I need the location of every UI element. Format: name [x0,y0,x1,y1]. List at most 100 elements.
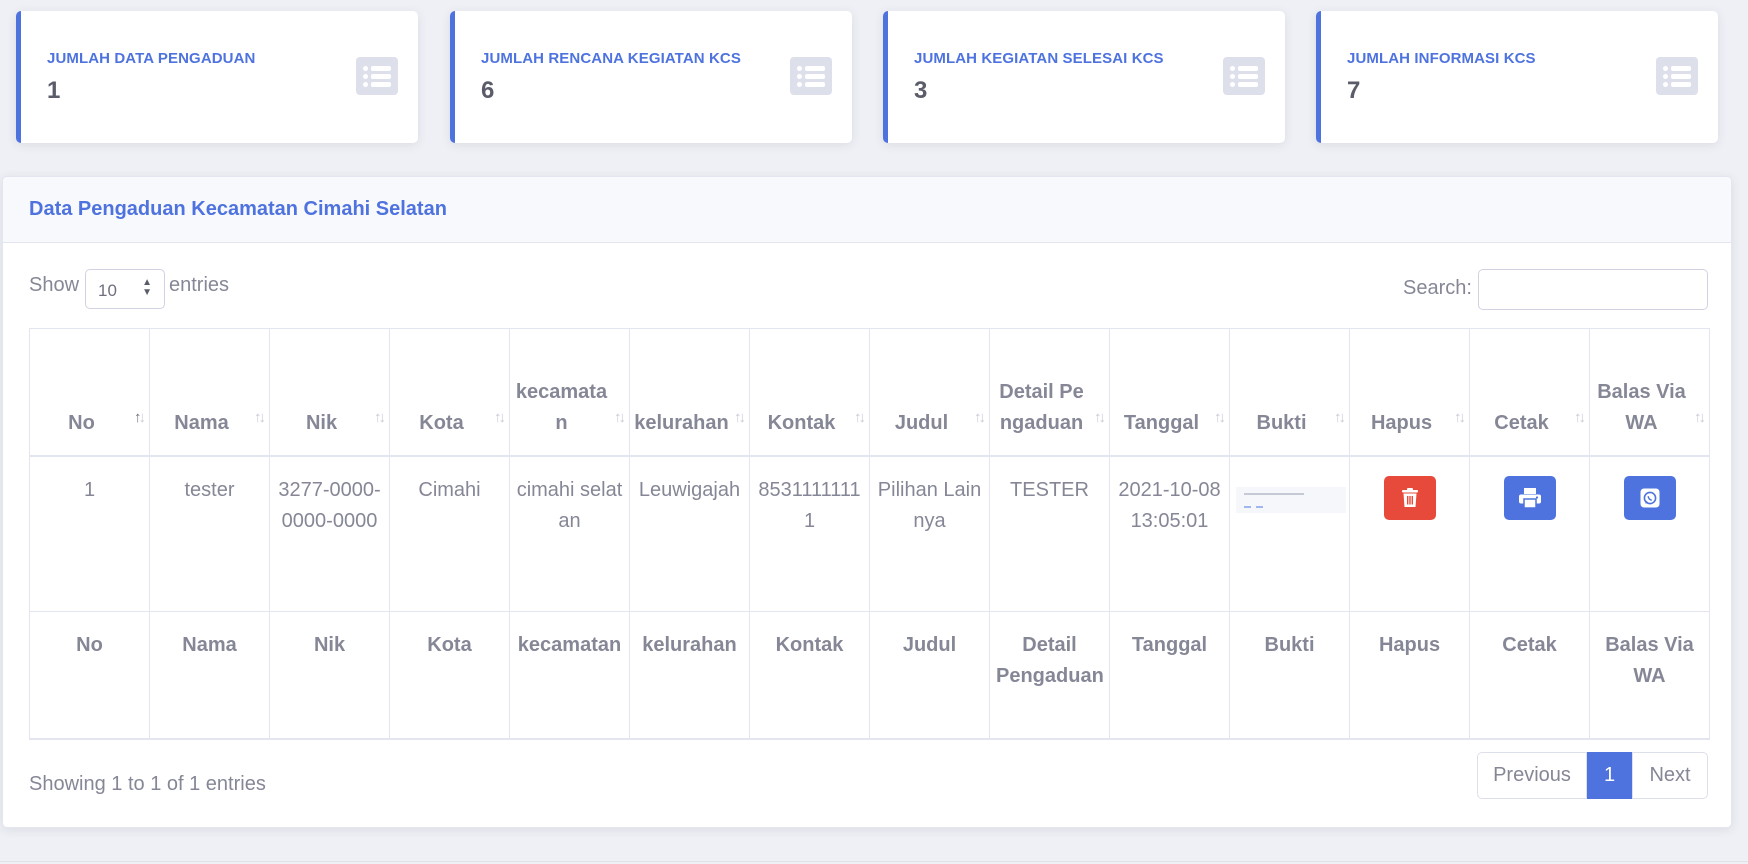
next-button[interactable]: Next [1632,752,1708,799]
column-header-nama[interactable]: Nama ↑↓ [149,328,270,457]
sort-icon: ↑↓ [1214,408,1226,426]
card-label: JUMLAH INFORMASI KCS [1347,50,1536,67]
column-header-nik[interactable]: Nik ↑↓ [269,328,390,457]
footer-no: No [29,611,150,740]
header-label: Balas Via WA [1597,380,1686,434]
sort-icon: ↑↓ [1094,408,1106,426]
column-header-no[interactable]: No ↑↓ [29,328,150,457]
footer-kontak: Kontak [749,611,870,740]
cell-judul: Pilihan Lainnya [869,455,990,612]
table-info: Showing 1 to 1 of 1 entries [29,773,266,795]
reply-whatsapp-button[interactable] [1623,475,1676,520]
card-value: 3 [914,77,928,104]
sort-icon: ↑↓ [1454,408,1466,426]
footer-nama: Nama [149,611,270,740]
card-label: JUMLAH RENCANA KEGIATAN KCS [481,50,741,67]
column-header-balas[interactable]: Balas Via WA ↑↓ [1589,328,1710,457]
page-button-current[interactable]: 1 [1587,752,1632,799]
footer-kecamatan: kecamatan [509,611,630,740]
cell-nik: 3277-0000-0000-0000 [269,455,390,612]
sort-icon: ↑↓ [374,408,386,426]
search-label: Search: [1403,277,1472,299]
header-label: Nama [174,411,229,434]
footer-nik: Nik [269,611,390,740]
search-input[interactable] [1478,269,1708,310]
cell-no: 1 [29,455,150,612]
footer-kota: Kota [389,611,510,740]
header-label: Judul [894,411,949,434]
page-size-select[interactable]: 10 ▲ ▼ [85,269,165,309]
column-header-kelurahan[interactable]: kelurahan ↑↓ [629,328,750,457]
column-header-kecamatan[interactable]: kecamatan ↑↓ [509,328,630,457]
cell-detail: TESTER [989,455,1110,612]
header-label: Hapus [1370,411,1433,434]
cell-kecamatan: cimahi selatan [509,455,630,612]
cell-nama: tester [149,455,270,612]
print-button[interactable] [1503,475,1556,520]
sort-icon: ↑↓ [734,408,746,426]
table-header-row: No ↑↓ Nama ↑↓ Nik ↑↓ Kota ↑↓ kecamatan ↑↓ kel… [29,328,1710,457]
column-header-judul[interactable]: Judul ↑↓ [869,328,990,457]
table-footer-row: No Nama Nik Kota kecamatan kelurahan Kon… [29,611,1710,740]
card-jumlah-rencana-kegiatan: JUMLAH RENCANA KEGIATAN KCS 6 [450,11,852,143]
cell-kelurahan: Leuwigajah [629,455,750,612]
whatsapp-icon [1640,488,1659,507]
header-label: Cetak [1494,411,1549,434]
header-label: Kontak [767,411,836,434]
footer-detail: Detail Pengaduan [989,611,1110,740]
header-label: No [68,411,95,434]
cell-kota: Cimahi [389,455,510,612]
panel-title: Data Pengaduan Kecamatan Cimahi Selatan [29,198,447,220]
entries-label: entries [169,274,230,296]
bukti-image-thumbnail[interactable] [1236,486,1346,513]
header-label: Kota [419,411,464,434]
header-label: Tanggal [1123,411,1200,434]
footer-hapus: Hapus [1349,611,1470,740]
sort-icon: ↑↓ [134,408,146,426]
sort-icon: ↑↓ [254,408,266,426]
sort-icon: ↑↓ [1694,408,1706,426]
show-label: Show [29,274,80,296]
sort-icon: ↑↓ [1574,408,1586,426]
header-label: Detail Pengaduan [999,380,1084,434]
cell-tanggal: 2021-10-08 13:05:01 [1109,455,1230,612]
cell-bukti [1229,455,1350,612]
delete-button[interactable] [1383,475,1436,520]
footer-bukti: Bukti [1229,611,1350,740]
footer-cetak: Cetak [1469,611,1590,740]
page-bottom-divider [0,861,1748,862]
cell-cetak [1469,455,1590,612]
card-jumlah-informasi: JUMLAH INFORMASI KCS 7 [1316,11,1718,143]
column-header-kontak[interactable]: Kontak ↑↓ [749,328,870,457]
previous-button[interactable]: Previous [1477,752,1587,799]
cell-kontak: 85311111111 [749,455,870,612]
select-arrows-icon: ▲ ▼ [142,277,152,298]
card-jumlah-data-pengaduan: JUMLAH DATA PENGADUAN 1 [16,11,418,143]
table-row: 1 tester 3277-0000-0000-0000 Cimahi cima… [29,455,1710,612]
column-header-hapus[interactable]: Hapus ↑↓ [1349,328,1470,457]
card-label: JUMLAH KEGIATAN SELESAI KCS [914,50,1164,67]
header-label: Bukti [1256,411,1307,434]
column-header-tanggal[interactable]: Tanggal ↑↓ [1109,328,1230,457]
print-icon [1518,487,1541,508]
cell-hapus [1349,455,1470,612]
trash-icon [1401,487,1418,507]
list-icon [1656,57,1698,95]
column-header-kota[interactable]: Kota ↑↓ [389,328,510,457]
cell-balas [1589,455,1710,612]
column-header-detail[interactable]: Detail Pengaduan ↑↓ [989,328,1110,457]
footer-tanggal: Tanggal [1109,611,1230,740]
sort-icon: ↑↓ [494,408,506,426]
footer-judul: Judul [869,611,990,740]
column-header-cetak[interactable]: Cetak ↑↓ [1469,328,1590,457]
list-icon [790,57,832,95]
header-label: Nik [305,411,338,434]
sort-icon: ↑↓ [854,408,866,426]
footer-kelurahan: kelurahan [629,611,750,740]
pengaduan-panel: Data Pengaduan Kecamatan Cimahi Selatan … [2,176,1732,828]
footer-balas: Balas Via WA [1589,611,1710,740]
header-label: kelurahan [634,411,729,434]
column-header-bukti[interactable]: Bukti ↑↓ [1229,328,1350,457]
list-icon [1223,57,1265,95]
page-size-value: 10 [98,281,117,300]
